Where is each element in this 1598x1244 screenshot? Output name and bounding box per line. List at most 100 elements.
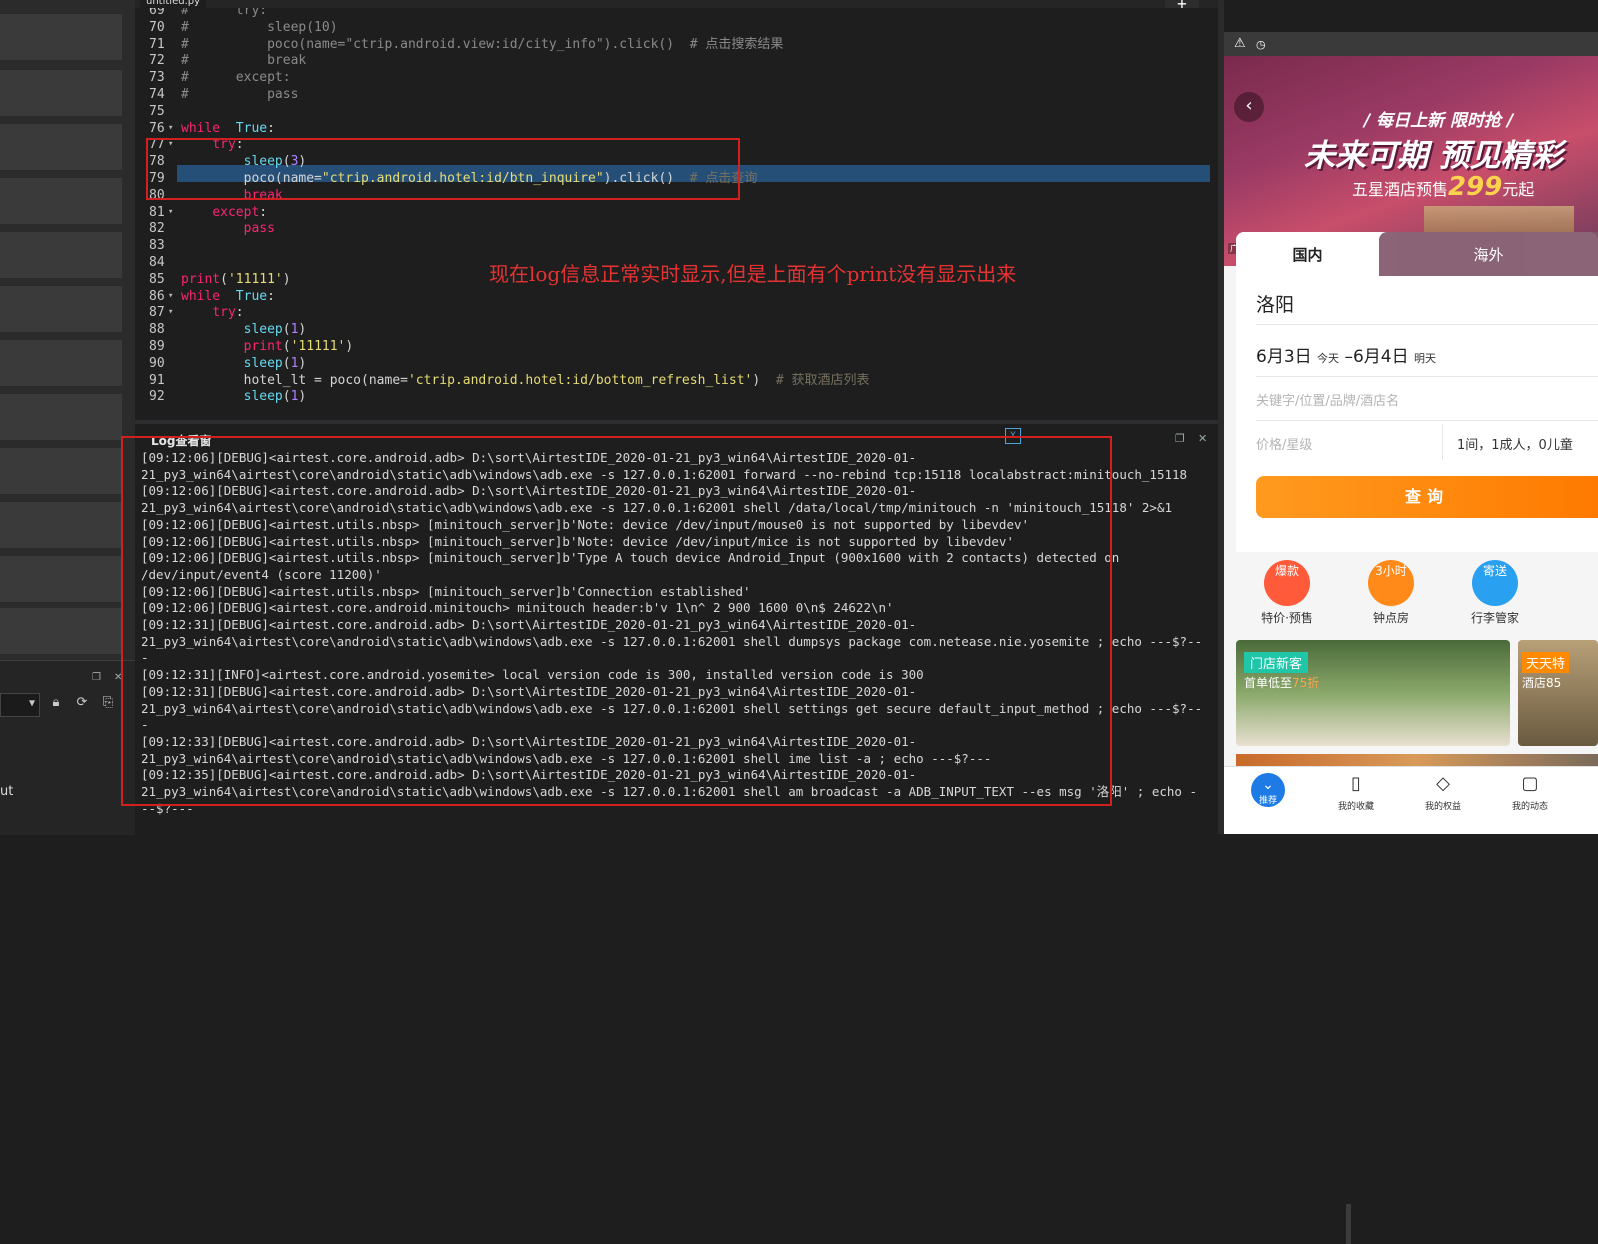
left-panel-item[interactable]	[0, 502, 122, 548]
code-line[interactable]: 87 ▾ try:	[135, 304, 1218, 321]
nav-benefits[interactable]: ◇ 我的权益	[1413, 773, 1473, 812]
code-line[interactable]: 76 ▾ while True:	[135, 120, 1218, 137]
code-line[interactable]: 89 print('11111')	[135, 338, 1218, 355]
promo-subtitle: 首单低至75折	[1244, 674, 1319, 691]
flash-sale-badge: 爆款	[1274, 564, 1299, 578]
line-number: 70	[149, 19, 165, 35]
alarm-icon: ◷	[1256, 38, 1266, 51]
code-line[interactable]: 81 ▾ except:	[135, 204, 1218, 221]
fold-icon[interactable]: ▾	[168, 304, 173, 321]
fold-icon[interactable]: ▾	[168, 288, 173, 305]
code-token: (	[220, 271, 228, 287]
code-token: print	[243, 339, 283, 354]
line-number: 73	[149, 70, 165, 86]
left-panel-item[interactable]	[0, 286, 122, 332]
left-panel-item[interactable]	[0, 394, 122, 440]
bookmark-icon: ▯	[1351, 773, 1361, 794]
checkin-note: 今天	[1317, 352, 1340, 365]
keyword-input[interactable]: 关键字/位置/品牌/酒店名	[1256, 390, 1399, 409]
price-star-field[interactable]: 价格/星级	[1256, 434, 1312, 453]
left-panel-item[interactable]	[0, 178, 122, 224]
line-number: 83	[149, 238, 165, 254]
code-text: pass	[181, 220, 275, 237]
code-line[interactable]: 72 # break	[135, 52, 1218, 69]
code-token: :	[267, 288, 275, 304]
annotation-box-code	[146, 138, 740, 200]
code-line[interactable]: 92 sleep(1)	[135, 388, 1218, 405]
code-line[interactable]: 91 hotel_lt = poco(name='ctrip.android.h…	[135, 372, 1218, 389]
close-icon[interactable]: ✕	[1198, 432, 1207, 445]
code-line[interactable]: 73 # except:	[135, 69, 1218, 86]
code-editor[interactable]: 69 # try: 70 # sleep(10) 71 # poco(name="ctri…	[135, 8, 1218, 410]
left-panel-item[interactable]	[0, 124, 122, 170]
caret-down-icon: ▼	[28, 698, 35, 709]
left-panel-item[interactable]	[0, 448, 122, 494]
city-field[interactable]: 洛阳	[1256, 290, 1294, 317]
code-token: # except:	[181, 70, 291, 86]
lock-icon[interactable]: 🔒︎	[46, 692, 66, 714]
left-panel-item[interactable]	[0, 70, 122, 116]
divider	[1256, 420, 1598, 421]
restore-icon[interactable]: ❐	[1175, 432, 1185, 445]
tab-domestic[interactable]: 国内	[1236, 232, 1379, 276]
code-line[interactable]: 86 ▾ while True:	[135, 288, 1218, 305]
code-token: sleep	[243, 322, 283, 338]
line-number: 72	[149, 53, 165, 69]
hourly-room-icon[interactable]: 3小时	[1368, 560, 1414, 606]
left-panel-item[interactable]	[0, 556, 122, 602]
device-select[interactable]: ▼	[0, 693, 40, 717]
refresh-icon[interactable]: ⟳	[72, 692, 92, 714]
back-button[interactable]: ‹	[1234, 92, 1264, 122]
luggage-badge: 寄送	[1482, 564, 1507, 578]
fold-icon[interactable]: ▾	[168, 204, 173, 221]
code-line[interactable]: 90 sleep(1)	[135, 355, 1218, 372]
left-panel-item[interactable]	[0, 14, 122, 60]
left-panel-item[interactable]	[0, 608, 122, 654]
guests-field[interactable]: 1间，1成人，0儿童	[1457, 434, 1573, 453]
code-line[interactable]: 69 # try:	[135, 8, 1218, 19]
restore-icon[interactable]: ❐	[92, 672, 101, 683]
left-panel-item[interactable]	[0, 340, 122, 386]
line-number: 82	[149, 221, 165, 237]
code-line[interactable]: 71 # poco(name="ctrip.android.view:id/cit…	[135, 36, 1218, 53]
hourly-room-label[interactable]: 钟点房	[1351, 609, 1431, 626]
promo-tag: 天天特	[1522, 652, 1570, 673]
promo-card-new-customer[interactable]: 门店新客 首单低至75折	[1236, 640, 1510, 746]
code-line[interactable]: 70 # sleep(10)	[135, 19, 1218, 36]
log-scrollbar[interactable]	[1346, 1204, 1351, 1244]
luggage-icon[interactable]: 寄送	[1472, 560, 1518, 606]
luggage-label[interactable]: 行李管家	[1455, 609, 1535, 626]
code-token: print	[181, 271, 221, 287]
flash-sale-icon[interactable]: 爆款	[1264, 560, 1310, 606]
line-number: 69	[149, 8, 165, 18]
warning-icon: ⚠	[1234, 36, 1246, 51]
nav-activity[interactable]: ▢ 我的动态	[1500, 773, 1560, 812]
fold-icon[interactable]: ▾	[168, 120, 173, 137]
promo-sub-value: 75折	[1292, 676, 1320, 690]
nav-recommend[interactable]: ⌄ 推荐	[1238, 773, 1298, 807]
annotation-box-log	[121, 436, 1112, 806]
code-line[interactable]: 82 pass	[135, 220, 1218, 237]
nav-favorites[interactable]: ▯ 我的收藏	[1326, 773, 1386, 812]
code-text: sleep(1)	[181, 355, 307, 372]
code-token: True	[235, 288, 268, 304]
divider	[1256, 324, 1598, 325]
status-bar: ⚠ ◷	[1224, 32, 1598, 56]
code-line[interactable]: 88 sleep(1)	[135, 321, 1218, 338]
camera-icon[interactable]: ⎘	[98, 692, 118, 714]
flash-sale-label[interactable]: 特价·预售	[1247, 609, 1327, 626]
promo-card-daily[interactable]: 天天特 酒店85	[1518, 640, 1598, 746]
tab-overseas[interactable]: 海外	[1379, 232, 1598, 276]
device-screen[interactable]: ⚠ ◷ ‹ / 每日上新 限时抢 / 未来可期 预见精彩 五星酒店预售299元起…	[1224, 32, 1598, 834]
left-panel-item[interactable]	[0, 232, 122, 278]
search-button[interactable]: 查询	[1256, 476, 1598, 518]
date-field[interactable]: 6月3日 今天 –6月4日 明天	[1256, 342, 1436, 367]
nav-label: 我的收藏	[1337, 802, 1374, 812]
code-line[interactable]: 74 # pass	[135, 86, 1218, 103]
code-token: # pass	[181, 87, 299, 102]
code-token: pass	[243, 221, 275, 237]
code-line[interactable]: 83	[135, 237, 1218, 254]
code-line[interactable]: 75	[135, 103, 1218, 120]
